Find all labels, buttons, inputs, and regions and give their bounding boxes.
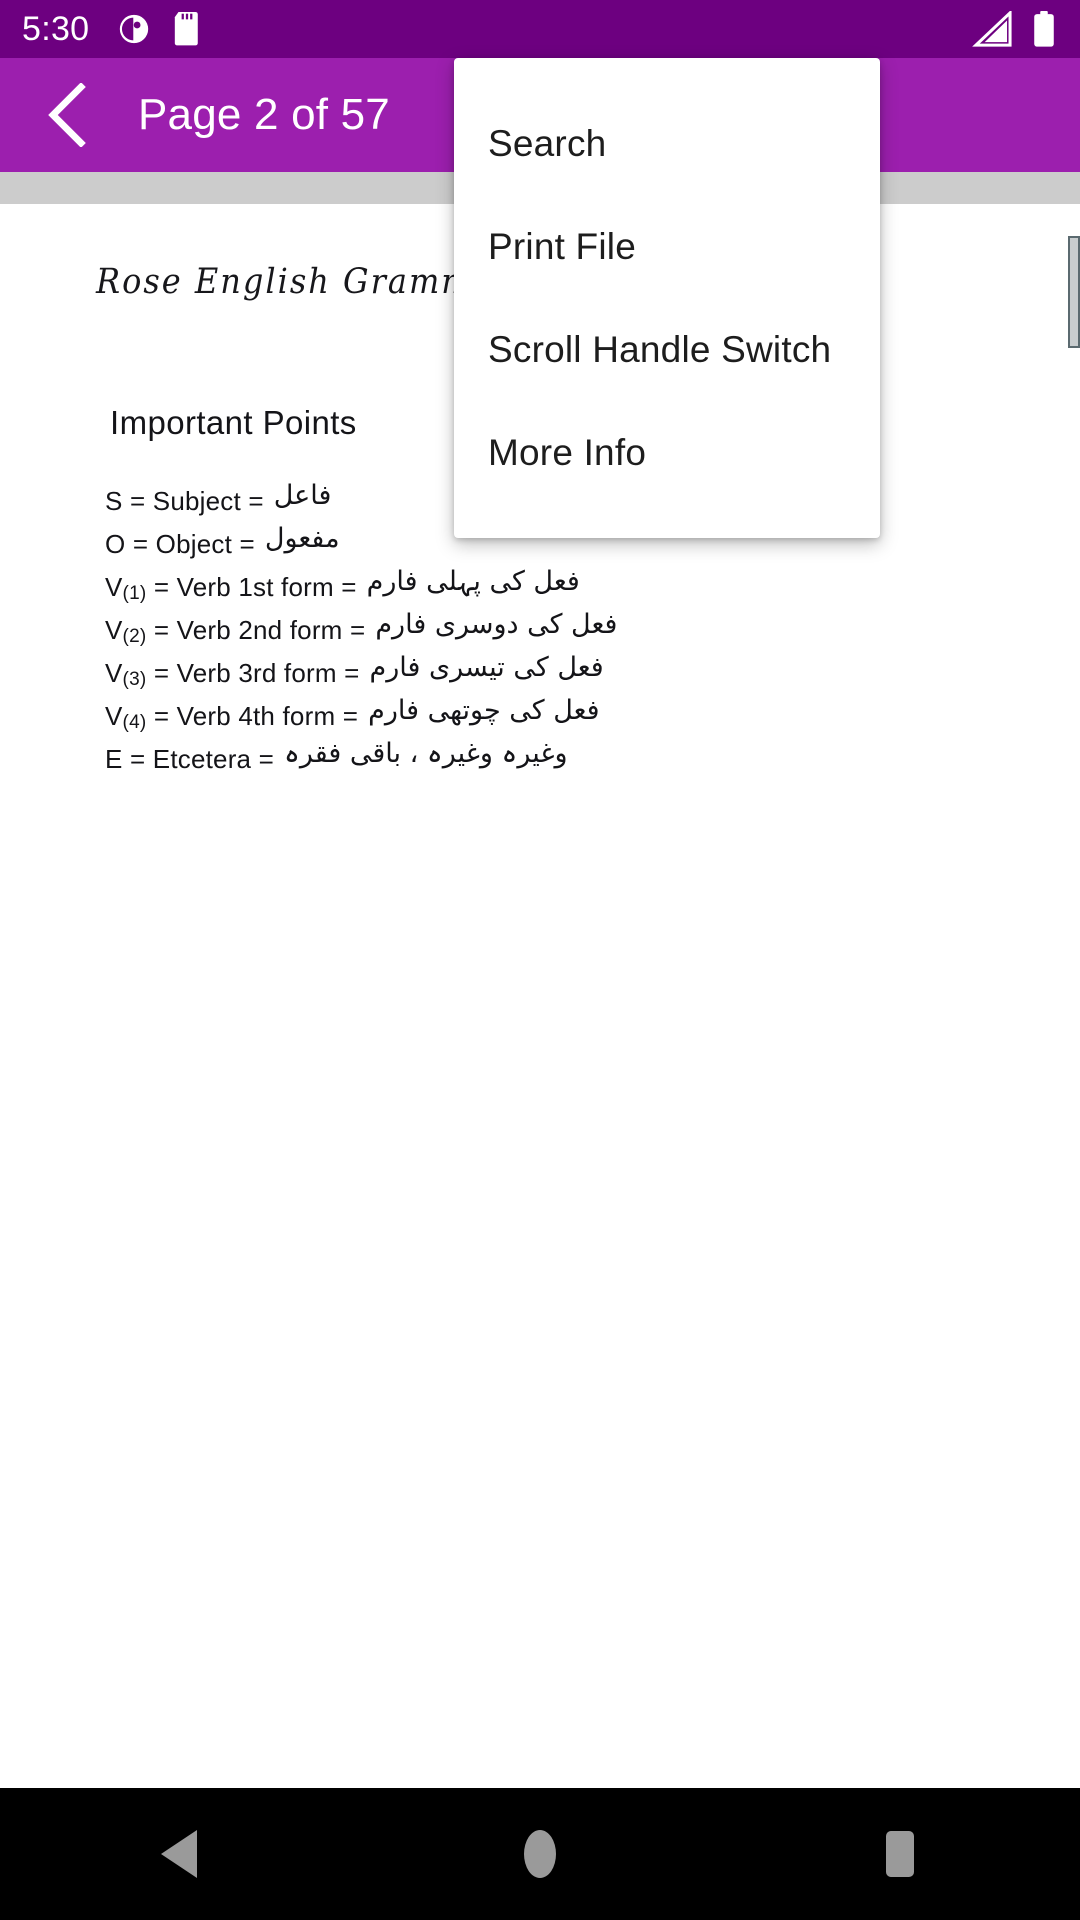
menu-item-more-info[interactable]: More Info [454, 401, 880, 504]
definition-symbol: V [105, 658, 123, 688]
definition-symbol: V [105, 615, 123, 645]
back-triangle-icon [161, 1830, 197, 1878]
definition-english: = Verb 2nd form = [153, 615, 366, 645]
notification-dot-icon [117, 12, 151, 46]
sd-card-icon [171, 12, 203, 46]
definition-symbol: O [105, 529, 126, 559]
definition-english: = Verb 1st form = [153, 572, 357, 602]
status-bar-right-icons [972, 11, 1056, 47]
definition-subscript: (3) [122, 669, 147, 690]
chevron-left-icon [48, 83, 86, 147]
menu-item-search[interactable]: Search [454, 92, 880, 195]
nav-home-button[interactable] [360, 1788, 720, 1920]
definition-subscript: (4) [122, 712, 147, 733]
definition-urdu: فاعل [273, 480, 332, 511]
definition-english: = Verb 4th form = [153, 701, 359, 731]
definition-english: = Verb 3rd form = [153, 658, 360, 688]
definition-symbol: V [105, 572, 123, 602]
definition-subscript: (1) [122, 583, 147, 604]
definition-english: = Object = [132, 529, 255, 559]
definition-subscript: (2) [122, 626, 147, 647]
status-bar-clock: 5:30 [22, 10, 90, 48]
scrollbar-thumb[interactable] [1068, 236, 1080, 348]
definition-english: = Subject = [129, 486, 264, 516]
definition-urdu: فعل کی چوتھی فارم [368, 695, 600, 726]
definition-symbol: S [105, 486, 123, 516]
menu-item-scroll-handle-switch[interactable]: Scroll Handle Switch [454, 298, 880, 401]
document-book-title: Rose English Grammar [96, 260, 513, 302]
definition-english: = Etcetera = [129, 744, 275, 774]
definition-urdu: وغیرہ وغیرہ ، باقی فقرہ [284, 738, 568, 769]
definition-urdu: فعل کی تیسری فارم [369, 652, 604, 683]
definition-line: E = Etcetera = وغیرہ وغیرہ ، باقی فقرہ [105, 738, 665, 787]
definition-symbol: E [105, 744, 123, 774]
home-circle-icon [524, 1830, 556, 1878]
back-button[interactable] [30, 78, 104, 152]
definition-urdu: فعل کی دوسری فارم [375, 609, 618, 640]
status-bar: 5:30 [0, 0, 1080, 58]
document-section-heading: Important Points [110, 404, 357, 441]
nav-recents-button[interactable] [720, 1788, 1080, 1920]
android-navigation-bar [0, 1788, 1080, 1920]
definition-urdu: فعل کی پہلی فارم [366, 566, 580, 597]
recents-square-icon [886, 1831, 914, 1877]
definition-urdu: مفعول [264, 523, 340, 554]
battery-full-icon [1032, 11, 1056, 47]
nav-back-button[interactable] [0, 1788, 360, 1920]
menu-item-print-file[interactable]: Print File [454, 195, 880, 298]
page-title: Page 2 of 57 [138, 90, 390, 139]
cellular-signal-icon [972, 11, 1014, 47]
definition-symbol: V [105, 701, 123, 731]
overflow-menu[interactable]: Search Print File Scroll Handle Switch M… [454, 58, 880, 538]
